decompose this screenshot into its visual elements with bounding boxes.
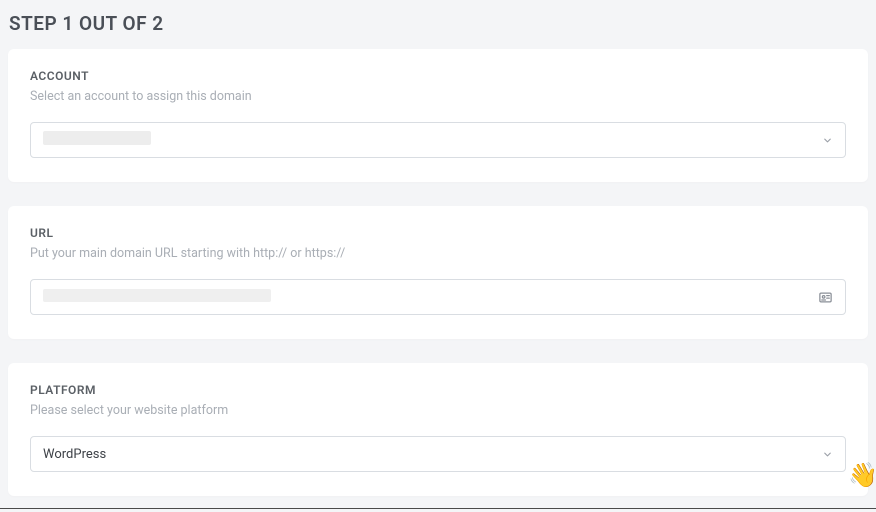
url-input-value (43, 289, 818, 306)
account-label: ACCOUNT (30, 69, 846, 83)
account-select-value (43, 131, 821, 149)
contact-card-icon[interactable] (818, 290, 833, 305)
platform-select[interactable]: WordPress (30, 436, 846, 472)
chevron-down-icon (821, 448, 833, 460)
platform-card: PLATFORM Please select your website plat… (8, 363, 868, 496)
url-value-redacted (43, 289, 271, 302)
platform-sublabel: Please select your website platform (30, 403, 846, 418)
chevron-down-icon (821, 134, 833, 146)
step-title: STEP 1 OUT OF 2 (9, 12, 868, 35)
url-sublabel: Put your main domain URL starting with h… (30, 246, 846, 261)
url-label: URL (30, 226, 846, 240)
platform-label: PLATFORM (30, 383, 846, 397)
wave-widget-icon[interactable]: 👋 (848, 461, 876, 489)
account-value-redacted (43, 131, 151, 145)
account-sublabel: Select an account to assign this domain (30, 89, 846, 104)
platform-select-value: WordPress (43, 447, 821, 462)
url-card: URL Put your main domain URL starting wi… (8, 206, 868, 339)
url-input[interactable] (30, 279, 846, 315)
account-select[interactable] (30, 122, 846, 158)
account-card: ACCOUNT Select an account to assign this… (8, 49, 868, 182)
